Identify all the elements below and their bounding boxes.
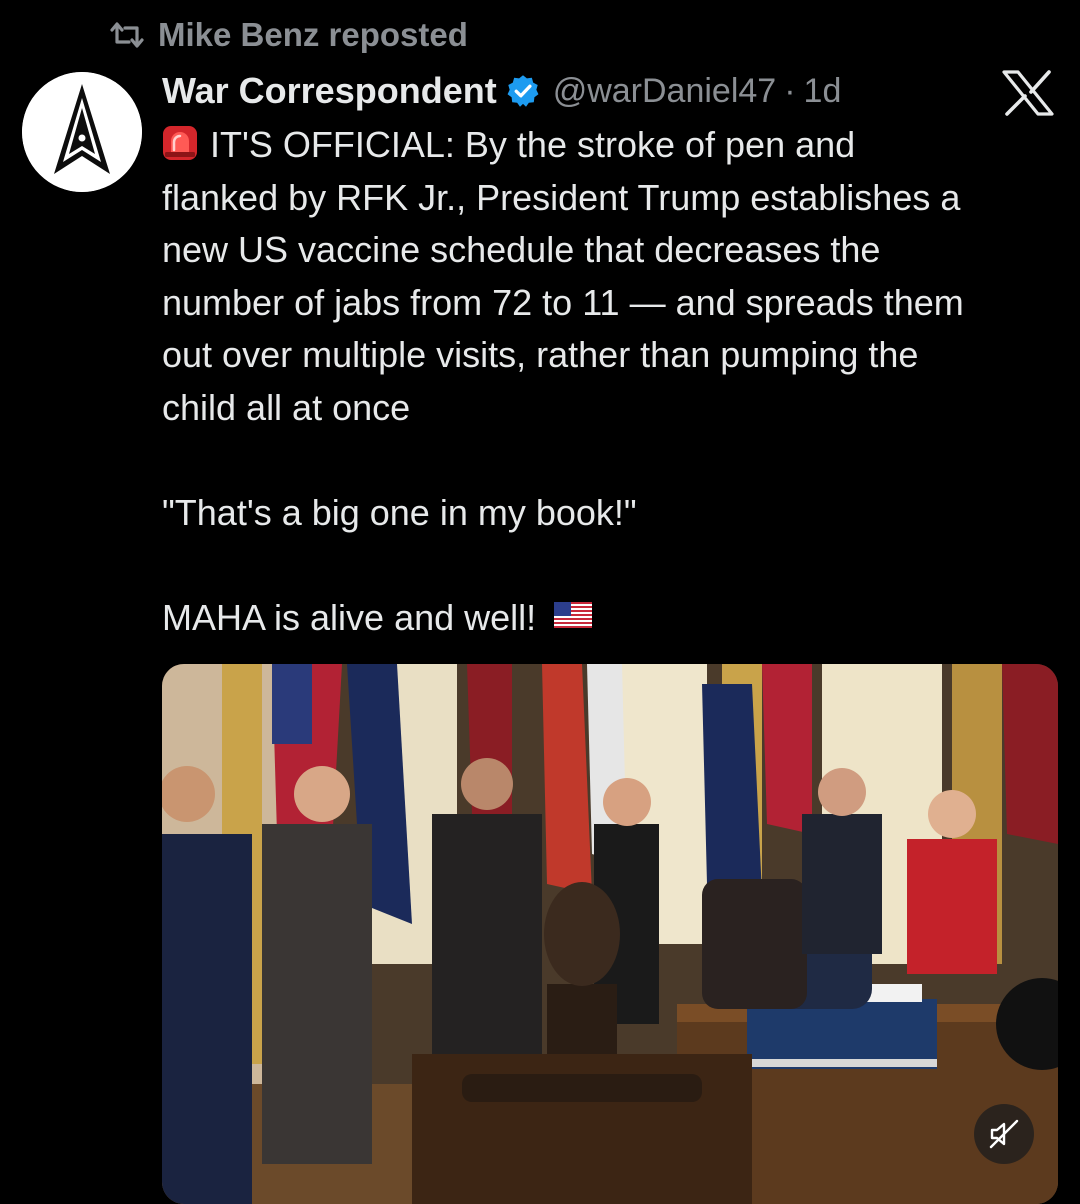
tweet-line: child all at once: [162, 386, 411, 428]
tweet-line: out over multiple visits, rather than pu…: [162, 334, 919, 376]
author-avatar[interactable]: [22, 72, 142, 192]
video-frame: [162, 664, 1058, 1204]
repost-indicator[interactable]: Mike Benz reposted: [108, 14, 468, 56]
tweet-text: IT'S OFFICIAL: By the stroke of pen and …: [162, 119, 1062, 645]
separator-dot: ·: [784, 71, 796, 110]
tweet-closing-line: MAHA is alive and well!: [162, 592, 1062, 645]
tweet-closing-text: MAHA is alive and well!: [162, 597, 537, 639]
post-age[interactable]: 1d: [804, 72, 842, 111]
tweet-quote: "That's a big one in my book!": [162, 492, 637, 534]
author-handle[interactable]: @warDaniel47: [553, 72, 777, 111]
tweet-line: number of jabs from 72 to 11 — and sprea…: [162, 281, 964, 323]
author-name[interactable]: War Correspondent: [162, 70, 497, 112]
police-siren-emoji: [163, 126, 197, 160]
tweet-header: War Correspondent @warDaniel47 · 1d: [162, 66, 841, 116]
x-logo-icon: [1000, 70, 1056, 116]
space-force-delta-logo: [22, 72, 142, 192]
tweet-line: flanked by RFK Jr., President Trump esta…: [162, 176, 961, 218]
repost-icon: [108, 21, 146, 49]
verified-badge-icon: [505, 73, 541, 109]
tweet-line: IT'S OFFICIAL: By the stroke of pen and: [162, 119, 1062, 172]
us-flag-emoji: [554, 602, 593, 629]
tweet-line: new US vaccine schedule that decreases t…: [162, 229, 881, 271]
mute-button[interactable]: [974, 1104, 1034, 1164]
tweet-video[interactable]: [162, 664, 1058, 1204]
muted-speaker-icon: [989, 1119, 1019, 1149]
repost-label: Mike Benz reposted: [158, 16, 468, 53]
tweet-line-text: IT'S OFFICIAL: By the stroke of pen and: [210, 124, 856, 165]
